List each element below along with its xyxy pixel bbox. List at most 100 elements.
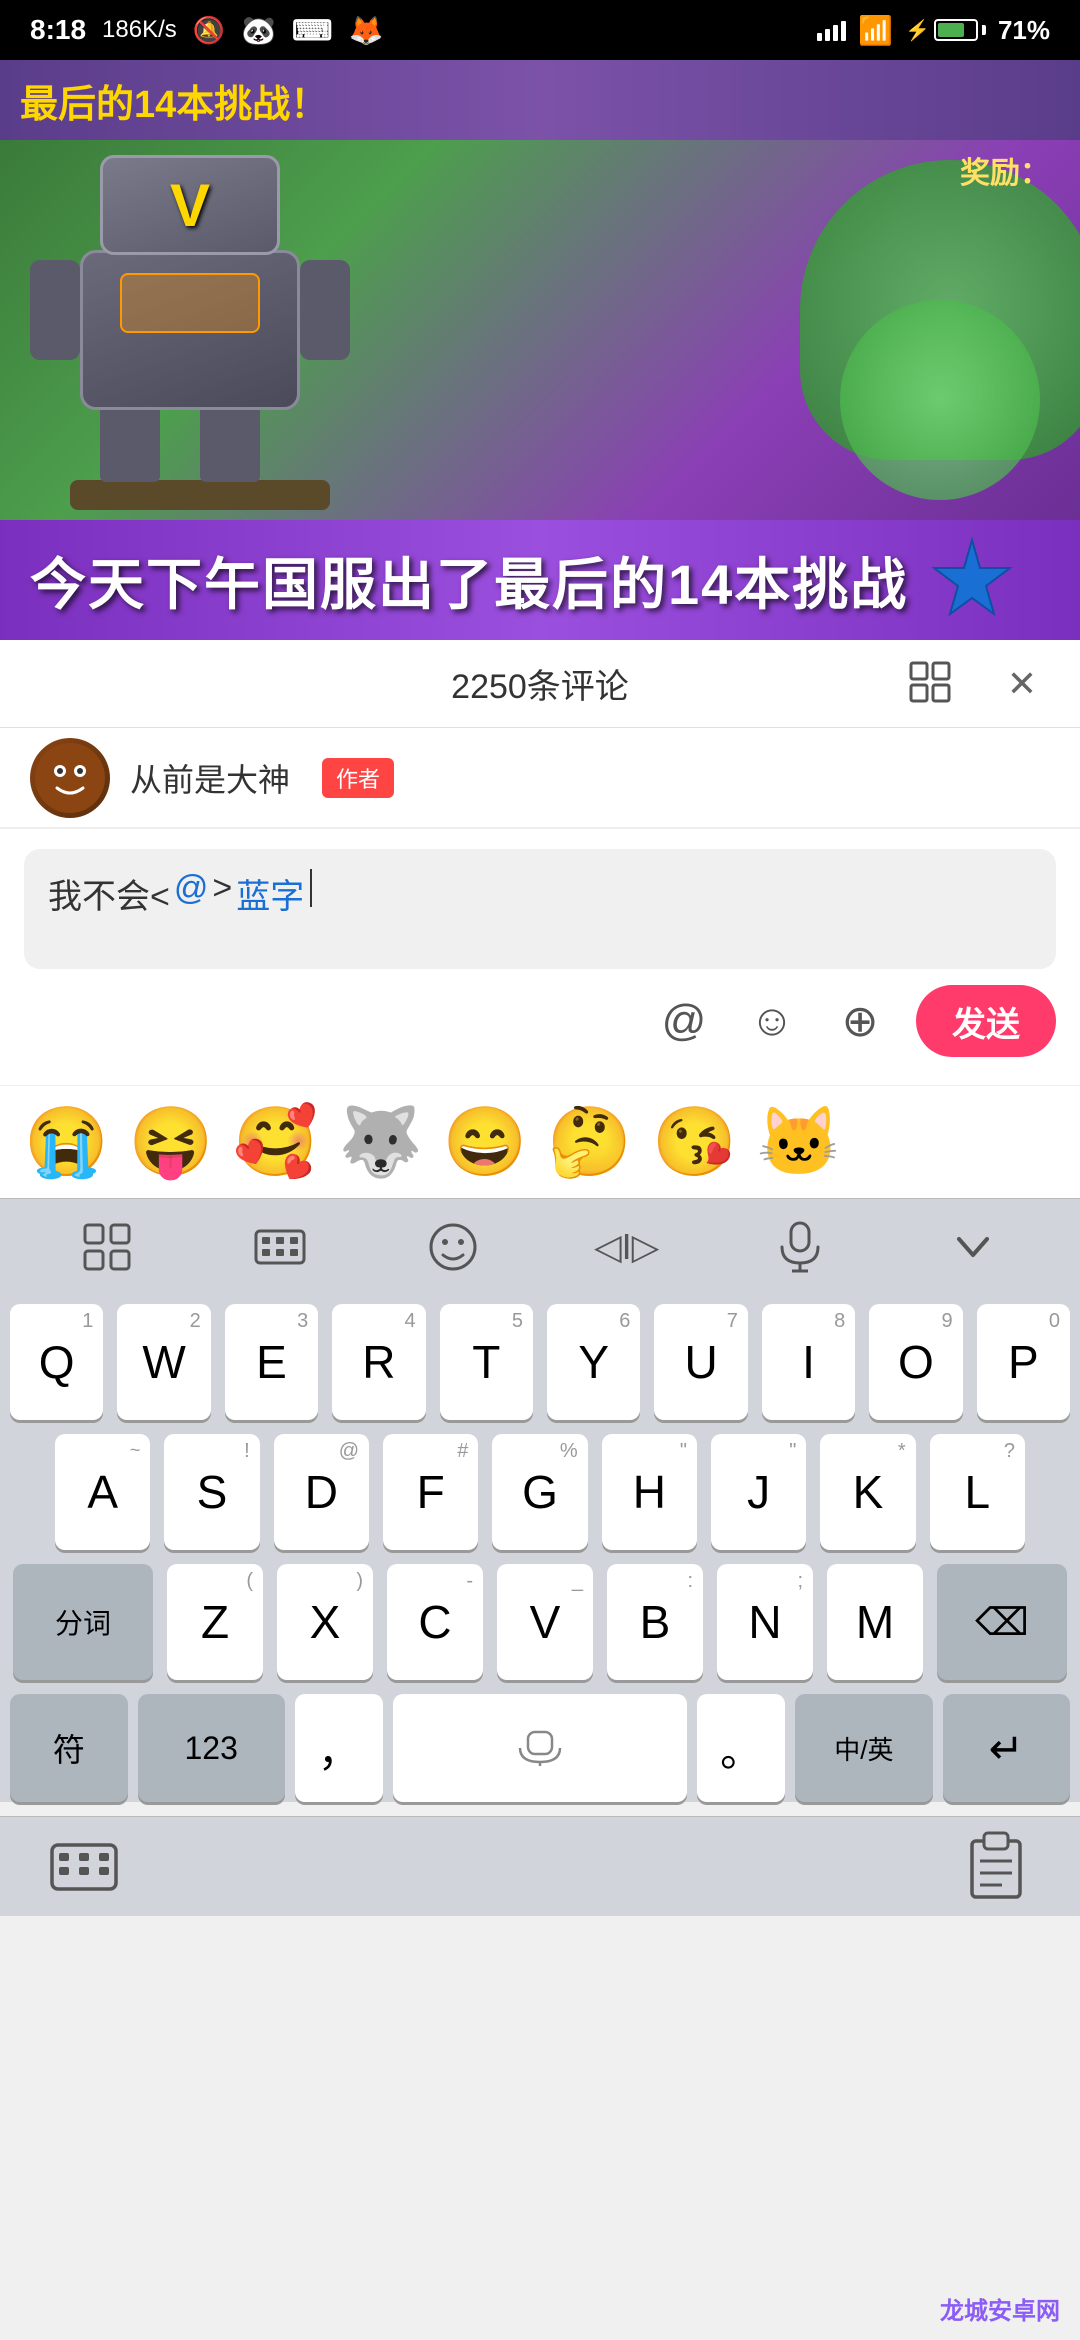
keyboard-switch-button[interactable] (230, 1213, 330, 1281)
emoji-love[interactable]: 🥰 (233, 1102, 318, 1182)
comment-count: 2250条评论 (451, 659, 629, 708)
key-f[interactable]: #F (383, 1434, 478, 1550)
key-symbols[interactable]: 符 (10, 1694, 128, 1802)
plus-icon: ⊕ (842, 996, 879, 1047)
key-d[interactable]: @D (274, 1434, 369, 1550)
keyboard-row-4: 符 123 ， 。 中/英 ↵ (0, 1694, 1080, 1802)
watermark: 龙城安卓网 (940, 2291, 1060, 2326)
at-icon: @ (662, 996, 707, 1046)
emoji-think[interactable]: 🤔 (547, 1102, 632, 1182)
key-p[interactable]: 0P (977, 1304, 1070, 1420)
emoji-tongue[interactable]: 😝 (129, 1102, 214, 1182)
key-j[interactable]: "J (711, 1434, 806, 1550)
close-icon: ✕ (1007, 663, 1037, 705)
emoji-button[interactable]: ☺ (740, 989, 804, 1053)
add-button[interactable]: ⊕ (828, 989, 892, 1053)
username: 从前是大神 (130, 755, 290, 801)
mic-icon (778, 1221, 822, 1273)
text-cursor (310, 869, 312, 907)
key-x[interactable]: )X (277, 1564, 373, 1680)
grid-keyboard-button[interactable] (57, 1213, 157, 1281)
input-blue-text: 蓝字 (236, 869, 304, 918)
key-u[interactable]: 7U (654, 1304, 747, 1420)
status-bar-left: 8:18 186K/s 🔕 🐼 ⌨ 🦊 (30, 14, 383, 47)
game-bottom-bar: 今天下午国服出了最后的14本挑战 (0, 520, 1080, 640)
key-w[interactable]: 2W (117, 1304, 210, 1420)
expand-button[interactable] (904, 656, 960, 712)
keyboard-toggle-button[interactable] (40, 1823, 128, 1911)
key-123[interactable]: 123 (138, 1694, 285, 1802)
input-toolbar: @ ☺ ⊕ 发送 (24, 969, 1056, 1065)
key-comma[interactable]: ， (295, 1694, 383, 1802)
key-t[interactable]: 5T (440, 1304, 533, 1420)
key-enter[interactable]: ↵ (943, 1694, 1070, 1802)
at-button[interactable]: @ (652, 989, 716, 1053)
comment-user-row: 从前是大神 作者 (0, 728, 1080, 828)
game-image-area: V 奖励： (0, 140, 1080, 520)
bottom-bar (0, 1816, 1080, 1916)
mic-space-icon (515, 1730, 565, 1766)
key-lang-switch[interactable]: 中/英 (795, 1694, 932, 1802)
keyboard-icon (254, 1225, 306, 1269)
battery-icon: ⚡ (905, 18, 986, 43)
app-icon-1: 🐼 (241, 14, 276, 47)
input-at: @ (174, 869, 209, 908)
collapse-button[interactable] (923, 1213, 1023, 1281)
key-r[interactable]: 4R (332, 1304, 425, 1420)
key-a[interactable]: ~A (55, 1434, 150, 1550)
battery-percent: 71% (998, 15, 1050, 46)
emoji-laugh[interactable]: 😄 (443, 1102, 528, 1182)
send-button[interactable]: 发送 (916, 985, 1056, 1057)
emoji-kiss[interactable]: 😘 (652, 1102, 737, 1182)
signal-icon (817, 19, 846, 41)
close-button[interactable]: ✕ (994, 656, 1050, 712)
emoji-cat[interactable]: 🐱 (757, 1102, 842, 1182)
game-title: 今天下午国服出了最后的14本挑战 (30, 540, 908, 621)
key-c[interactable]: -C (387, 1564, 483, 1680)
time: 8:18 (30, 14, 86, 46)
comment-input[interactable]: 我不会<@>蓝字 (24, 849, 1056, 969)
clipboard-icon (966, 1831, 1026, 1903)
key-l[interactable]: ?L (930, 1434, 1025, 1550)
clipboard-button[interactable] (952, 1823, 1040, 1911)
game-area: 最后的14本挑战！ V 奖励 (0, 60, 1080, 640)
key-m[interactable]: M (827, 1564, 923, 1680)
smiley-icon: ☺ (750, 996, 795, 1046)
key-y[interactable]: 6Y (547, 1304, 640, 1420)
input-area[interactable]: 我不会<@>蓝字 @ ☺ ⊕ 发送 (0, 828, 1080, 1085)
key-delete[interactable]: ⌫ (937, 1564, 1067, 1680)
mic-button[interactable] (750, 1213, 850, 1281)
key-k[interactable]: *K (820, 1434, 915, 1550)
key-h[interactable]: "H (602, 1434, 697, 1550)
key-s[interactable]: !S (164, 1434, 259, 1550)
key-period[interactable]: 。 (697, 1694, 785, 1802)
key-space[interactable] (393, 1694, 687, 1802)
grid-icon (81, 1221, 133, 1273)
key-q[interactable]: 1Q (10, 1304, 103, 1420)
key-b[interactable]: :B (607, 1564, 703, 1680)
cursor-button[interactable]: ◁I▷ (577, 1213, 677, 1281)
emoji-wolf[interactable]: 🐺 (338, 1102, 423, 1182)
avatar (30, 738, 110, 818)
emoji-toolbar-button[interactable] (403, 1213, 503, 1281)
key-v[interactable]: _V (497, 1564, 593, 1680)
app-icon-2: ⌨ (292, 14, 332, 47)
comment-panel: 2250条评论 ✕ 从前是大神 作者 (0, 640, 1080, 1198)
input-text-bracket: > (212, 869, 232, 908)
key-z[interactable]: (Z (167, 1564, 263, 1680)
key-e[interactable]: 3E (225, 1304, 318, 1420)
key-i[interactable]: 8I (762, 1304, 855, 1420)
key-g[interactable]: %G (492, 1434, 587, 1550)
wifi-icon: 📶 (858, 14, 893, 47)
game-banner-top: 最后的14本挑战！ (0, 60, 1080, 140)
comment-header: 2250条评论 ✕ (0, 640, 1080, 728)
emoji-toolbar-icon (427, 1221, 479, 1273)
keyboard-toolbar: ◁I▷ (0, 1198, 1080, 1294)
key-fenchi[interactable]: 分词 (13, 1564, 153, 1680)
banner-top-text: 最后的14本挑战！ (20, 73, 328, 128)
key-o[interactable]: 9O (869, 1304, 962, 1420)
keyboard-row-1: 1Q 2W 3E 4R 5T 6Y 7U 8I 9O 0P (0, 1304, 1080, 1420)
key-n[interactable]: ;N (717, 1564, 813, 1680)
emoji-cry[interactable]: 😭 (24, 1102, 109, 1182)
status-bar-right: 📶 ⚡ 71% (817, 14, 1050, 47)
